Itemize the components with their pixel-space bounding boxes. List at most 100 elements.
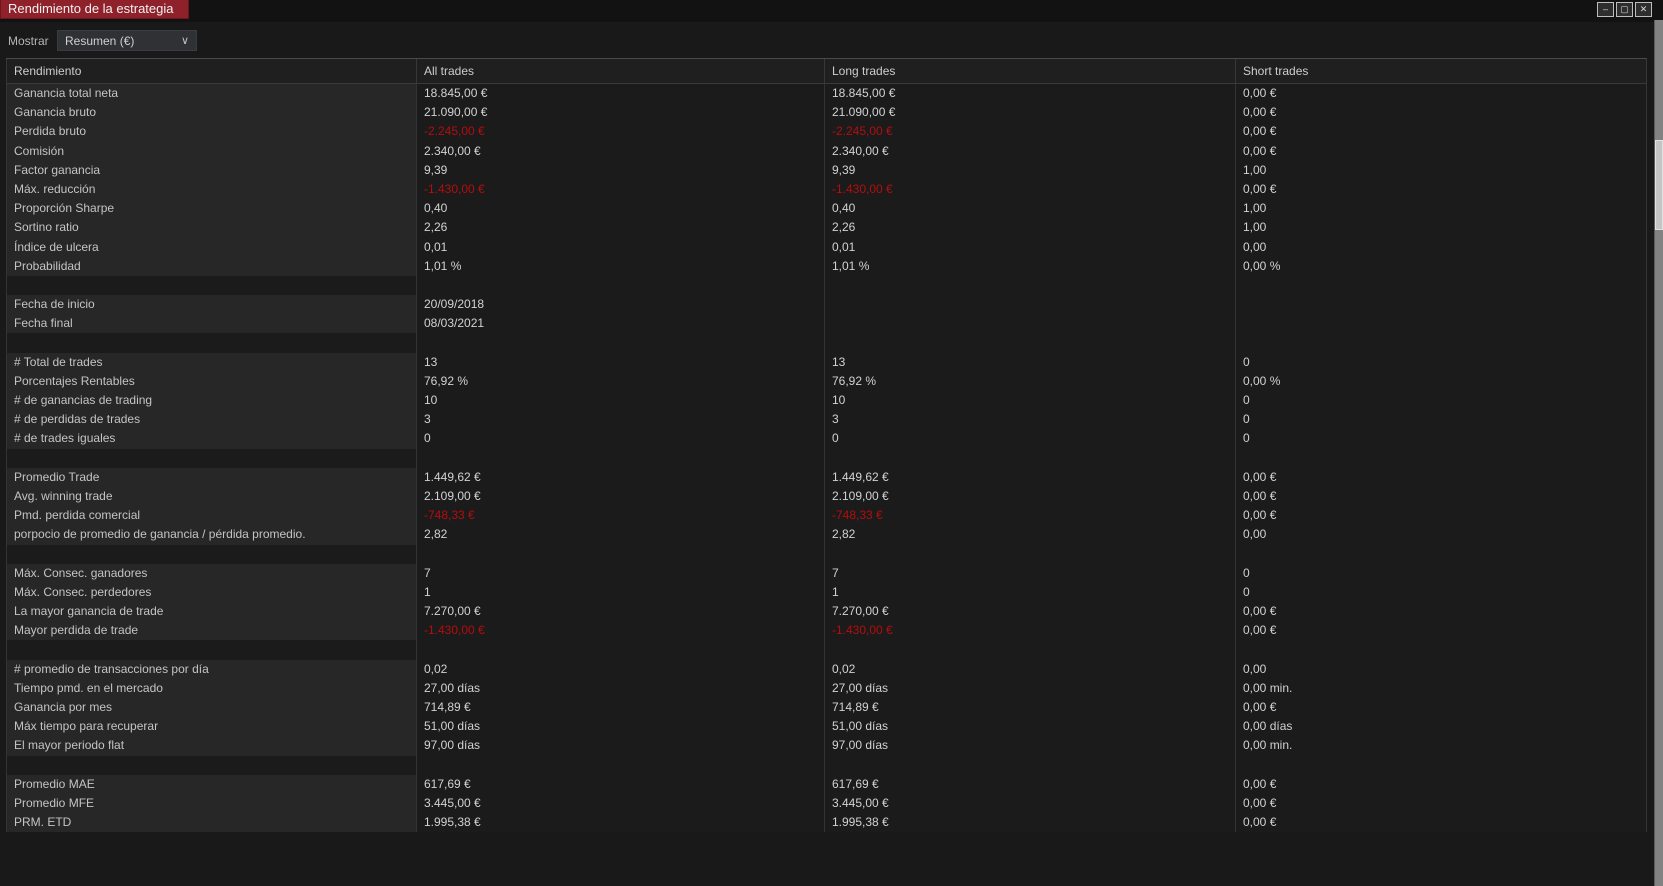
row-value: 0,01 [825,238,1236,257]
row-value: 714,89 € [825,698,1236,717]
row-value: 21.090,00 € [825,103,1236,122]
table-row: Factor ganancia9,399,391,00 [6,161,1647,180]
row-value: 0 [1236,429,1647,448]
row-value [1236,449,1647,468]
row-value: 0 [1236,564,1647,583]
row-value: 0 [417,429,825,448]
scrollbar-thumb[interactable] [1655,140,1663,230]
table-row: La mayor ganancia de trade7.270,00 €7.27… [6,602,1647,621]
row-value: 3 [417,410,825,429]
row-value: 21.090,00 € [417,103,825,122]
row-value: 0,00 € [1236,813,1647,832]
table-row: Índice de ulcera0,010,010,00 [6,238,1647,257]
row-label: porpocio de promedio de ganancia / pérdi… [6,525,417,544]
column-header-long-trades[interactable]: Long trades [825,59,1236,83]
table-row: Fecha final08/03/2021 [6,314,1647,333]
row-value: 0 [1236,353,1647,372]
row-value: 27,00 días [417,679,825,698]
maximize-button[interactable]: ▢ [1616,2,1633,17]
column-header-all-trades[interactable]: All trades [417,59,825,83]
row-value: 2.109,00 € [417,487,825,506]
row-value: -2.245,00 € [825,122,1236,141]
row-value [417,640,825,659]
row-value: 0,01 [417,238,825,257]
table-row: Proporción Sharpe0,400,401,00 [6,199,1647,218]
row-value [825,333,1236,352]
row-value: 0,00 € [1236,180,1647,199]
row-label [6,756,417,775]
row-value: 0,00 % [1236,372,1647,391]
view-select-dropdown[interactable]: Resumen (€) ∨ [57,30,197,51]
table-row: PRM. ETD1.995,38 €1.995,38 €0,00 € [6,813,1647,832]
row-value: 0,00 € [1236,698,1647,717]
row-value: -1.430,00 € [417,180,825,199]
row-value: 51,00 días [417,717,825,736]
row-label: Pmd. perdida comercial [6,506,417,525]
column-header-rendimiento[interactable]: Rendimiento [6,59,417,83]
row-value: 0,02 [417,660,825,679]
row-value: 2,26 [417,218,825,237]
row-value: 2,82 [417,525,825,544]
row-value [1236,295,1647,314]
row-label: # Total de trades [6,353,417,372]
row-value [825,314,1236,333]
row-value: 10 [825,391,1236,410]
row-value: 1,01 % [417,257,825,276]
row-value: 08/03/2021 [417,314,825,333]
table-row: Promedio MFE3.445,00 €3.445,00 €0,00 € [6,794,1647,813]
row-value: 9,39 [417,161,825,180]
row-label: Máx. reducción [6,180,417,199]
row-value: 7 [825,564,1236,583]
row-value [417,333,825,352]
table-row: Ganancia por mes714,89 €714,89 €0,00 € [6,698,1647,717]
row-value: 0 [1236,583,1647,602]
row-value: 0,00 € [1236,122,1647,141]
row-label: Promedio MAE [6,775,417,794]
row-value [1236,545,1647,564]
row-value: 0,00 [1236,660,1647,679]
row-label: Factor ganancia [6,161,417,180]
row-value [1236,276,1647,295]
row-label [6,545,417,564]
row-value: 3.445,00 € [417,794,825,813]
row-value [417,545,825,564]
row-label: Máx. Consec. perdedores [6,583,417,602]
row-value [417,449,825,468]
row-value: 97,00 días [825,736,1236,755]
row-value: 2.109,00 € [825,487,1236,506]
row-label: Probabilidad [6,257,417,276]
table-row: # promedio de transacciones por día0,020… [6,660,1647,679]
row-label: # de trades iguales [6,429,417,448]
row-value: 1,01 % [825,257,1236,276]
table-row: # de ganancias de trading10100 [6,391,1647,410]
performance-table-body: Ganancia total neta18.845,00 €18.845,00 … [6,84,1647,832]
row-label: Porcentajes Rentables [6,372,417,391]
row-value: 0,00 € [1236,468,1647,487]
row-value: 0,00 € [1236,506,1647,525]
table-row: # Total de trades13130 [6,353,1647,372]
row-value: -1.430,00 € [825,180,1236,199]
row-label: Tiempo pmd. en el mercado [6,679,417,698]
table-row: Promedio MAE617,69 €617,69 €0,00 € [6,775,1647,794]
column-header-short-trades[interactable]: Short trades [1236,59,1647,83]
minimize-button[interactable]: – [1597,2,1614,17]
table-row: Máx tiempo para recuperar51,00 días51,00… [6,717,1647,736]
view-select-value: Resumen (€) [65,34,134,48]
row-value: 714,89 € [417,698,825,717]
row-value: 0,00 € [1236,84,1647,103]
table-row: Comisión2.340,00 €2.340,00 €0,00 € [6,142,1647,161]
table-row: Fecha de inicio20/09/2018 [6,295,1647,314]
row-label: Proporción Sharpe [6,199,417,218]
row-value: 3 [825,410,1236,429]
row-value: 2,82 [825,525,1236,544]
row-value: 0 [1236,410,1647,429]
row-value: 0,00 [1236,525,1647,544]
row-value: 0,40 [417,199,825,218]
vertical-scrollbar[interactable] [1654,20,1663,886]
close-button[interactable]: ✕ [1635,2,1652,17]
row-value: -1.430,00 € [417,621,825,640]
table-row: Ganancia total neta18.845,00 €18.845,00 … [6,84,1647,103]
performance-table: Rendimiento All trades Long trades Short… [6,58,1647,832]
row-value: 13 [417,353,825,372]
row-value: 27,00 días [825,679,1236,698]
